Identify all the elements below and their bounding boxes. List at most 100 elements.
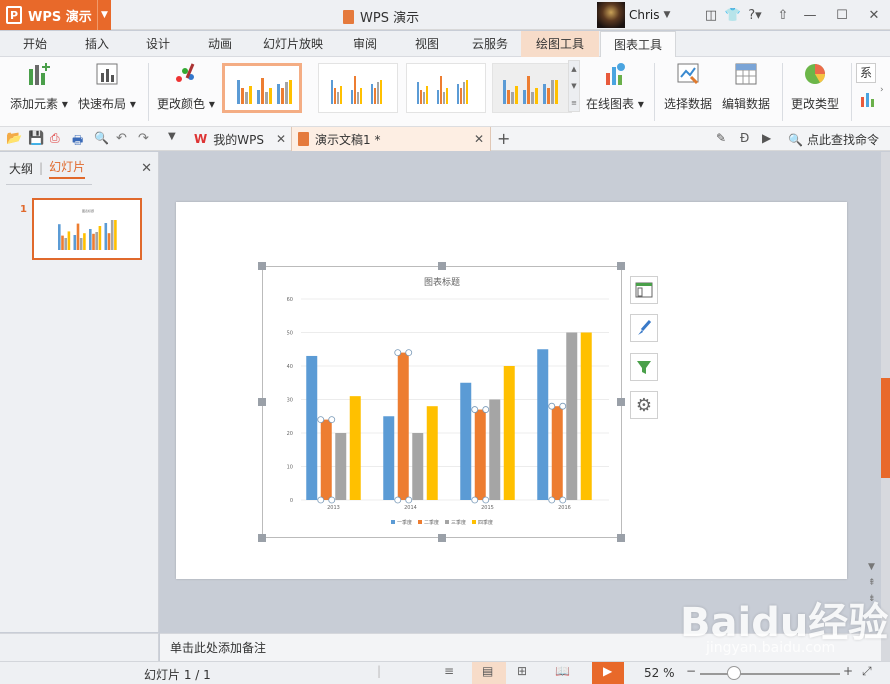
selection-handle[interactable] [394,496,402,504]
bar[interactable] [383,416,395,500]
close-button[interactable]: ✕ [858,0,890,30]
series-chart-icon[interactable] [860,91,876,107]
menu-chart-tools[interactable]: 图表工具 [600,31,676,58]
redo-icon[interactable]: ↷ [138,131,154,147]
print-icon[interactable]: 🖶 [72,131,88,147]
shirt-icon[interactable]: 👕 [722,0,744,30]
zoom-slider[interactable] [700,673,840,675]
menu-home[interactable]: 开始 [8,31,62,57]
task-pane-toggle[interactable] [881,378,890,478]
close-icon[interactable]: ✕ [474,132,484,146]
bar[interactable] [397,352,409,500]
comment-icon[interactable]: ▶ [762,131,778,147]
edit-data-button[interactable]: 编辑数据 [722,61,770,112]
slide-sorter-icon[interactable]: ⊞ [517,664,527,678]
bar[interactable] [551,406,563,500]
normal-view-button[interactable]: ▤ [472,662,506,684]
app-menu-button[interactable]: P WPS 演示 ▼ [0,0,111,30]
play-slideshow-button[interactable]: ▶ [592,662,624,684]
avatar[interactable] [597,2,625,28]
zoom-slider-thumb[interactable] [727,666,741,680]
selection-handle[interactable] [482,406,490,413]
chart-elements-button[interactable] [630,276,658,304]
minimize-button[interactable]: — [794,0,826,30]
chart-settings-button[interactable]: ⚙ [630,391,658,419]
quick-layout-button[interactable]: 快速布局 ▾ [78,61,136,112]
menu-drawing-tools[interactable]: 绘图工具 [521,31,599,57]
ribbon-scroll-right-icon[interactable]: › [880,85,884,95]
bar[interactable] [474,409,486,500]
resize-handle[interactable] [438,262,446,270]
fullscreen-icon[interactable]: ⇧ [772,0,794,30]
menu-review[interactable]: 审阅 [338,31,392,57]
close-icon[interactable]: ✕ [141,161,152,176]
notes-toggle-icon[interactable]: ≡ [444,664,454,678]
prev-slide-icon[interactable]: ⇞ [868,578,876,588]
bar[interactable] [320,419,332,500]
change-type-button[interactable]: 更改类型 [791,61,839,112]
vertical-scrollbar[interactable]: ▼ ⇞ ⇟ [864,152,881,633]
resize-handle[interactable] [617,534,625,542]
resize-handle[interactable] [258,534,266,542]
menu-insert[interactable]: 插入 [70,31,124,57]
selection-handle[interactable] [482,496,490,504]
bar[interactable] [335,433,347,500]
menu-cloud[interactable]: 云服务 [462,31,518,57]
bar[interactable] [306,355,318,500]
selection-handle[interactable] [548,496,556,504]
menu-view[interactable]: 视图 [400,31,454,57]
print-preview-icon[interactable]: 🔍 [94,131,110,147]
select-data-button[interactable]: 选择数据 [664,61,712,112]
tab-slides[interactable]: 幻灯片 [49,158,86,179]
command-search[interactable]: 🔍 点此查找命令 [788,131,879,148]
new-tab-icon[interactable]: + [497,129,513,148]
resize-handle[interactable] [258,398,266,406]
save-icon[interactable]: 💾 [28,131,44,147]
selection-handle[interactable] [405,496,413,504]
resize-handle[interactable] [258,262,266,270]
bar[interactable] [460,382,472,500]
chart-filter-button[interactable] [630,353,658,381]
chevron-down-icon[interactable]: ▼ [664,10,671,20]
reading-view-icon[interactable]: 📖 [555,664,570,678]
resize-handle[interactable] [438,534,446,542]
slide-thumbnail[interactable]: 图表标题 [32,198,142,260]
tab-mywps[interactable]: W 我的WPS ✕ [188,127,290,151]
selection-handle[interactable] [317,496,325,504]
selection-handle[interactable] [471,496,479,504]
menu-design[interactable]: 设计 [131,31,185,57]
chart-title[interactable]: 图表标题 [424,276,460,288]
selection-handle[interactable] [394,349,402,356]
export-pdf-icon[interactable]: ⎙ [50,131,66,147]
menu-slideshow[interactable]: 幻灯片放映 [256,31,330,57]
chart-style-2[interactable] [318,63,398,113]
user-account[interactable]: Chris ▼ [597,2,670,28]
fit-window-icon[interactable]: ⤢ [862,664,872,679]
skin-icon[interactable]: ◫ [700,0,722,30]
undo-icon[interactable]: ↶ [116,131,132,147]
add-element-button[interactable]: 添加元素 ▾ [10,61,68,112]
bar[interactable] [489,399,501,501]
pin-icon[interactable]: ✎ [716,131,732,147]
selection-handle[interactable] [328,496,336,504]
menu-animation[interactable]: 动画 [193,31,247,57]
help-icon[interactable]: ?▾ [744,0,766,30]
selection-handle[interactable] [317,416,325,424]
chart-style-1[interactable] [222,63,302,113]
tab-document[interactable]: 演示文稿1 * ✕ [291,127,491,151]
bar[interactable] [580,332,592,501]
chart-style-4[interactable] [492,63,572,113]
maximize-button[interactable]: ☐ [826,0,858,30]
tab-outline[interactable]: 大纲 [9,160,33,177]
chevron-down-icon[interactable]: ▼ [97,0,111,30]
bar[interactable] [503,366,515,500]
chart[interactable]: 图表标题 2013 2014 2015 2016 0 10 20 30 40 50 60 一季度 二… [262,266,622,538]
zoom-in-icon[interactable]: + [843,664,853,678]
chart-style-button[interactable] [630,314,658,342]
bar[interactable] [537,349,549,500]
bar[interactable] [566,332,578,501]
chart-style-3[interactable] [406,63,486,113]
zoom-out-icon[interactable]: − [686,664,696,678]
open-icon[interactable]: 📂 [6,131,22,147]
close-icon[interactable]: ✕ [276,132,286,146]
